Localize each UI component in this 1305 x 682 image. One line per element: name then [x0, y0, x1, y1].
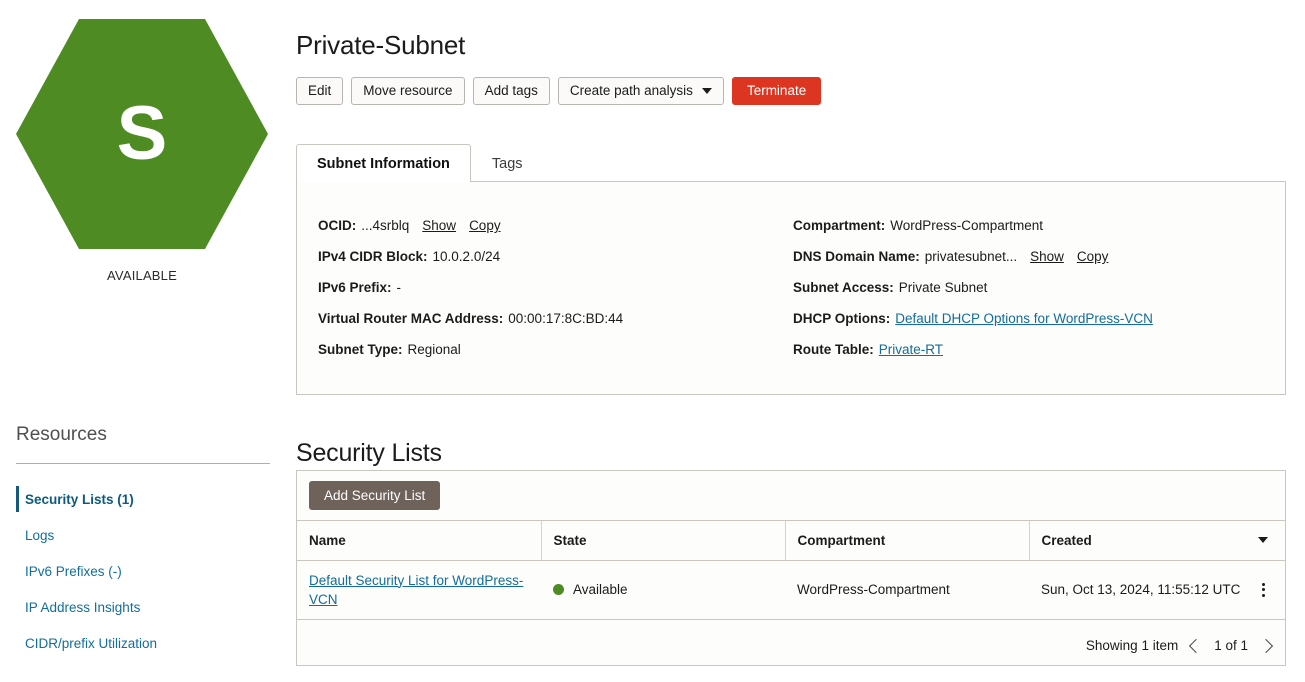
status-dot-icon: [553, 584, 564, 595]
info-row-ocid: OCID: ...4srblq Show Copy: [318, 210, 623, 241]
info-value: ...4srblq: [361, 218, 409, 233]
column-header-created[interactable]: Created: [1029, 521, 1285, 560]
ocid-show-link[interactable]: Show: [422, 218, 456, 233]
info-value: WordPress-Compartment: [890, 218, 1043, 233]
page-root: S AVAILABLE Resources Security Lists (1)…: [0, 0, 1305, 682]
sidebar-item-ipv6-prefixes[interactable]: IPv6 Prefixes (-): [16, 553, 270, 589]
tab-label: Subnet Information: [317, 156, 450, 172]
info-value: privatesubnet...: [925, 249, 1017, 264]
main-content: Private-Subnet Edit Move resource Add ta…: [296, 0, 1305, 682]
info-value: 00:00:17:8C:BD:44: [508, 311, 623, 326]
column-header-created-label: Created: [1042, 533, 1092, 548]
add-security-list-button[interactable]: Add Security List: [309, 481, 440, 510]
showing-count-label: Showing 1 item: [1086, 638, 1178, 653]
table-pagination-footer: Showing 1 item 1 of 1: [297, 620, 1285, 667]
sidebar-item-cidr-prefix-utilization[interactable]: CIDR/prefix Utilization: [16, 625, 270, 661]
page-indicator: 1 of 1: [1214, 638, 1248, 653]
security-list-link[interactable]: Default Security List for WordPress-VCN: [309, 571, 527, 609]
subnet-info-left-column: OCID: ...4srblq Show Copy IPv4 CIDR Bloc…: [318, 210, 623, 365]
resources-heading: Resources: [16, 424, 107, 446]
info-label: DHCP Options:: [793, 311, 890, 326]
info-value: -: [397, 280, 402, 295]
column-header-state[interactable]: State: [541, 521, 785, 560]
info-label: Subnet Type:: [318, 342, 403, 357]
next-page-icon[interactable]: [1259, 638, 1273, 652]
sidebar-item-label: IPv6 Prefixes (-): [25, 564, 122, 579]
chevron-down-icon: [702, 88, 712, 94]
add-tags-button[interactable]: Add tags: [473, 77, 550, 105]
column-header-name[interactable]: Name: [297, 521, 541, 560]
sidebar-item-security-lists[interactable]: Security Lists (1): [16, 481, 270, 517]
cell-compartment: WordPress-Compartment: [785, 560, 1029, 619]
info-value: 10.0.2.0/24: [433, 249, 501, 264]
status-badge: AVAILABLE: [0, 268, 284, 283]
info-label: Route Table:: [793, 342, 874, 357]
page-title: Private-Subnet: [296, 30, 465, 61]
info-row-ipv6-prefix: IPv6 Prefix: -: [318, 272, 623, 303]
dhcp-options-link[interactable]: Default DHCP Options for WordPress-VCN: [895, 311, 1153, 326]
security-lists-table: Name State Compartment Created Default S…: [297, 521, 1285, 620]
security-lists-toolbar: Add Security List: [297, 471, 1285, 521]
create-path-analysis-label: Create path analysis: [570, 84, 693, 98]
resource-avatar: S: [16, 19, 268, 249]
sidebar-nav-list: Security Lists (1) Logs IPv6 Prefixes (-…: [16, 481, 270, 661]
pagination-controls: 1 of 1: [1191, 638, 1271, 653]
row-actions-menu-icon[interactable]: [1253, 580, 1273, 600]
dns-copy-link[interactable]: Copy: [1077, 249, 1109, 264]
info-label: OCID:: [318, 218, 356, 233]
info-label: Subnet Access:: [793, 280, 894, 295]
move-resource-button[interactable]: Move resource: [351, 77, 464, 105]
cell-state: Available: [541, 560, 785, 619]
tab-bar: Subnet Information Tags: [296, 144, 544, 182]
info-label: IPv4 CIDR Block:: [318, 249, 428, 264]
tab-subnet-information[interactable]: Subnet Information: [296, 144, 471, 182]
info-row-subnet-type: Subnet Type: Regional: [318, 334, 623, 365]
table-row[interactable]: Default Security List for WordPress-VCN …: [297, 560, 1285, 619]
info-row-dns-domain-name: DNS Domain Name: privatesubnet... Show C…: [793, 241, 1153, 272]
edit-button[interactable]: Edit: [296, 77, 343, 105]
tab-label: Tags: [492, 156, 523, 172]
sidebar-item-label: CIDR/prefix Utilization: [25, 636, 157, 651]
info-row-virtual-router-mac-address: Virtual Router MAC Address: 00:00:17:8C:…: [318, 303, 623, 334]
route-table-link[interactable]: Private-RT: [879, 342, 943, 357]
tab-tags[interactable]: Tags: [471, 144, 544, 182]
avatar-letter: S: [117, 96, 168, 172]
info-row-dhcp-options: DHCP Options: Default DHCP Options for W…: [793, 303, 1153, 334]
info-row-route-table: Route Table: Private-RT: [793, 334, 1153, 365]
cell-name: Default Security List for WordPress-VCN: [297, 560, 541, 619]
create-path-analysis-button[interactable]: Create path analysis: [558, 77, 724, 105]
subnet-information-panel: OCID: ...4srblq Show Copy IPv4 CIDR Bloc…: [296, 181, 1286, 395]
info-label: IPv6 Prefix:: [318, 280, 392, 295]
terminate-button[interactable]: Terminate: [732, 77, 821, 105]
column-header-compartment[interactable]: Compartment: [785, 521, 1029, 560]
info-label: DNS Domain Name:: [793, 249, 920, 264]
security-lists-heading: Security Lists: [296, 439, 442, 468]
ocid-copy-link[interactable]: Copy: [469, 218, 501, 233]
action-toolbar: Edit Move resource Add tags Create path …: [296, 77, 821, 105]
sidebar-item-label: Security Lists (1): [25, 492, 134, 507]
sidebar-item-logs[interactable]: Logs: [16, 517, 270, 553]
sidebar-divider: [16, 463, 270, 464]
sidebar-item-label: Logs: [25, 528, 54, 543]
info-row-ipv4-cidr-block: IPv4 CIDR Block: 10.0.2.0/24: [318, 241, 623, 272]
info-label: Compartment:: [793, 218, 885, 233]
sort-descending-icon[interactable]: [1258, 537, 1268, 543]
info-value: Private Subnet: [899, 280, 988, 295]
state-label: Available: [573, 582, 628, 597]
dns-show-link[interactable]: Show: [1030, 249, 1064, 264]
created-value: Sun, Oct 13, 2024, 11:55:12 UTC: [1041, 582, 1240, 597]
info-row-subnet-access: Subnet Access: Private Subnet: [793, 272, 1153, 303]
security-lists-panel: Add Security List Name State Compartment: [296, 470, 1286, 666]
resource-sidebar: S AVAILABLE Resources Security Lists (1)…: [0, 0, 284, 682]
table-header-row: Name State Compartment Created: [297, 521, 1285, 560]
cell-created: Sun, Oct 13, 2024, 11:55:12 UTC: [1029, 560, 1285, 619]
info-label: Virtual Router MAC Address:: [318, 311, 503, 326]
sidebar-item-ip-address-insights[interactable]: IP Address Insights: [16, 589, 270, 625]
hexagon-icon: S: [16, 19, 268, 249]
info-row-compartment: Compartment: WordPress-Compartment: [793, 210, 1153, 241]
sidebar-item-label: IP Address Insights: [25, 600, 140, 615]
info-value: Regional: [408, 342, 461, 357]
previous-page-icon[interactable]: [1189, 638, 1203, 652]
subnet-info-right-column: Compartment: WordPress-Compartment DNS D…: [793, 210, 1153, 365]
